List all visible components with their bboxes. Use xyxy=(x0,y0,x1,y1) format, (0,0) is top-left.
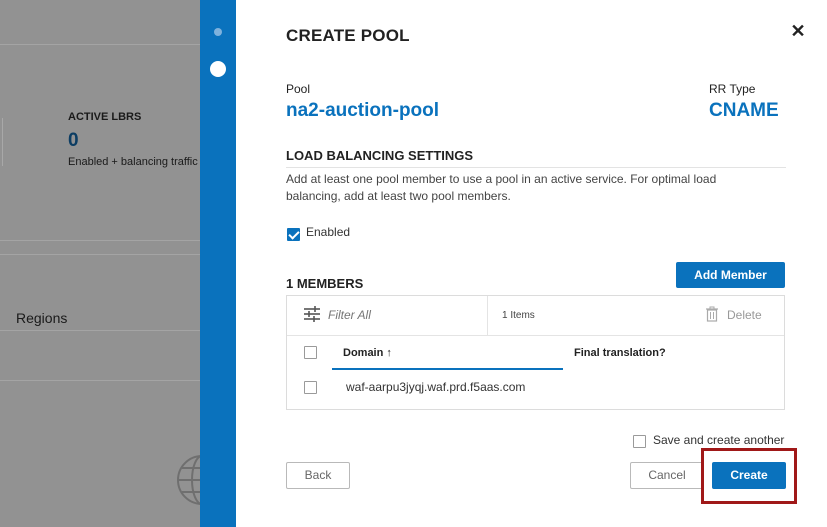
add-member-button[interactable]: Add Member xyxy=(676,262,785,288)
step-indicator-active-dot[interactable] xyxy=(210,61,226,77)
pool-label: Pool xyxy=(286,82,311,96)
modal-title: CREATE POOL xyxy=(286,26,410,45)
divider xyxy=(0,240,200,241)
column-header-domain[interactable]: Domain ↑ xyxy=(343,347,392,359)
divider xyxy=(286,167,786,168)
delete-button[interactable]: Delete xyxy=(705,306,762,326)
trash-icon xyxy=(706,306,718,322)
column-header-final-translation[interactable]: Final translation? xyxy=(574,347,666,359)
table-toolbar: 1 Items Delete xyxy=(287,296,784,336)
divider xyxy=(487,296,488,335)
cancel-button[interactable]: Cancel xyxy=(630,462,704,489)
items-count: 1 Items xyxy=(502,310,535,321)
regions-label: Regions xyxy=(16,310,68,326)
rr-type-value: CNAME xyxy=(709,100,779,121)
select-all-checkbox[interactable] xyxy=(304,346,317,359)
enabled-checkbox[interactable] xyxy=(287,228,300,241)
back-button[interactable]: Back xyxy=(286,462,350,489)
delete-label: Delete xyxy=(727,308,762,322)
members-title: 1 MEMBERS xyxy=(286,276,364,291)
save-and-create-another-checkbox[interactable] xyxy=(633,435,646,448)
modal-side-rail xyxy=(200,0,236,527)
divider xyxy=(0,44,200,45)
load-balancing-description: Add at least one pool member to use a po… xyxy=(286,172,717,203)
background-page: ACTIVE LBRS 0 Enabled + balancing traffi… xyxy=(0,0,200,527)
active-lbrs-count: 0 xyxy=(68,130,79,151)
load-balancing-title: LOAD BALANCING SETTINGS xyxy=(286,148,474,163)
active-lbrs-title: ACTIVE LBRS xyxy=(68,111,142,123)
step-indicator-dot[interactable] xyxy=(214,28,222,36)
sort-indicator-bar xyxy=(332,368,563,370)
create-button[interactable]: Create xyxy=(712,462,786,489)
row-checkbox[interactable] xyxy=(304,381,317,394)
filter-settings-icon[interactable] xyxy=(302,304,322,324)
create-pool-panel: ✕ CREATE POOL Pool na2-auction-pool RR T… xyxy=(236,0,827,527)
close-icon[interactable]: ✕ xyxy=(789,22,807,40)
divider xyxy=(2,118,3,166)
active-lbrs-description: Enabled + balancing traffic xyxy=(68,156,198,168)
members-table: 1 Items Delete Domain ↑ Final translatio… xyxy=(286,295,785,410)
enabled-label: Enabled xyxy=(306,225,351,239)
pool-name: na2-auction-pool xyxy=(286,100,440,121)
rr-type-label: RR Type xyxy=(709,82,756,96)
save-and-create-another-label: Save and create another xyxy=(653,433,785,447)
filter-input[interactable] xyxy=(328,308,478,322)
member-domain-cell: waf-aarpu3jyqj.waf.prd.f5aas.com xyxy=(346,380,526,394)
divider xyxy=(0,254,200,255)
divider xyxy=(0,380,200,381)
divider xyxy=(0,330,200,331)
